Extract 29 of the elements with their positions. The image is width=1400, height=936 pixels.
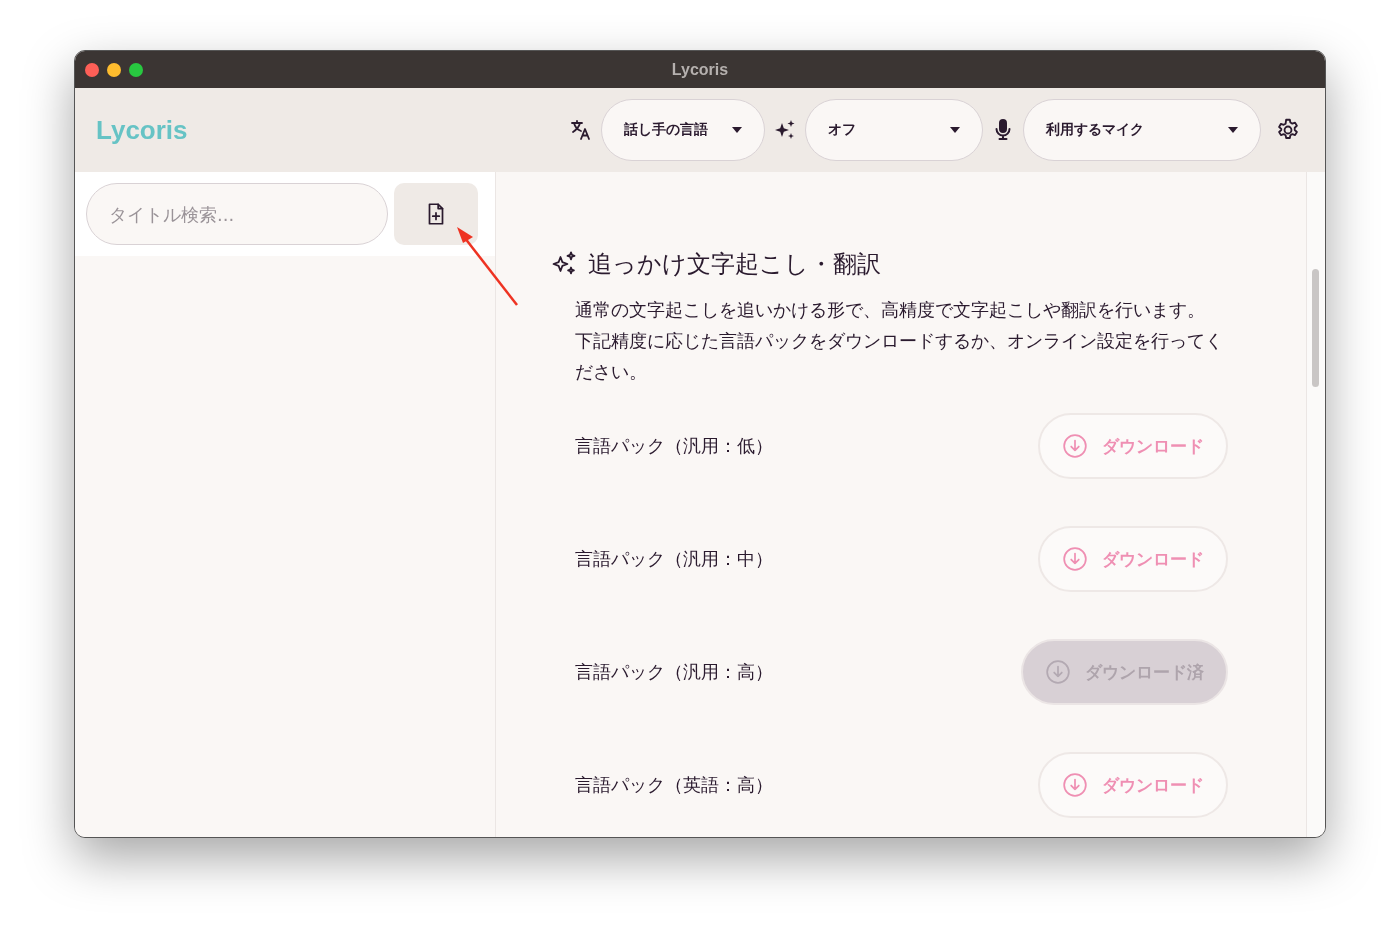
language-pack-label: 言語パック（汎用：低） — [575, 434, 773, 458]
zoom-button[interactable] — [129, 62, 143, 77]
language-pack-label: 言語パック（汎用：中） — [575, 547, 773, 571]
description-text: 下記精度に応じた言語パックをダウンロードするか、オンライン設定を行ってください。 — [575, 329, 1224, 384]
caret-icon — [950, 127, 960, 133]
download-icon — [1062, 433, 1088, 459]
minimize-button[interactable] — [107, 62, 121, 77]
close-button[interactable] — [85, 62, 99, 77]
window-title: Lycoris — [671, 60, 729, 79]
caret-icon — [732, 127, 742, 133]
search-field[interactable]: タイトル検索... — [86, 183, 388, 245]
dropdown-select[interactable]: オフ — [805, 99, 983, 161]
section-title: 追っかけ文字起こし・翻訳 — [588, 249, 881, 280]
dropdown-select[interactable]: 話し手の言語 — [601, 99, 765, 161]
caret-icon — [1228, 127, 1238, 133]
download-icon — [1062, 546, 1088, 572]
app-logo: Lycoris — [96, 114, 188, 146]
download-button[interactable]: ダウンロード — [1038, 752, 1228, 818]
download-icon — [1045, 659, 1071, 685]
scrollbar[interactable] — [1306, 172, 1325, 837]
description-text: 通常の文字起こしを追いかける形で、高精度で文字起こしや翻訳を行います。 — [575, 298, 1206, 322]
new-document-button[interactable] — [394, 183, 478, 245]
download-button[interactable]: ダウンロード — [1038, 413, 1228, 479]
download-icon — [1062, 772, 1088, 798]
language-pack-label: 言語パック（英語：高） — [575, 773, 773, 797]
language-pack-label: 言語パック（汎用：高） — [575, 660, 773, 684]
dropdown-select[interactable]: 利用するマイク — [1023, 99, 1261, 161]
translate-icon — [569, 118, 593, 142]
download-button[interactable]: ダウンロード — [1038, 526, 1228, 592]
